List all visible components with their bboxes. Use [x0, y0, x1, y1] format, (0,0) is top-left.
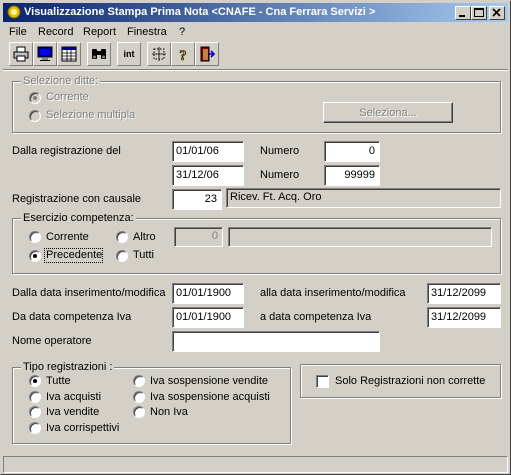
select-area-icon — [152, 47, 166, 61]
causale-code-field[interactable]: 23 — [172, 189, 222, 210]
date-from-field[interactable]: 01/01/06 — [172, 141, 244, 162]
int-icon: int — [123, 49, 135, 59]
close-button[interactable] — [489, 6, 505, 20]
radio-esercizio-precedente-label: Precedente — [46, 249, 103, 261]
radio-esercizio-precedente[interactable] — [29, 250, 41, 262]
numero-from-label: Numero — [260, 145, 300, 157]
radio-esercizio-corrente[interactable] — [29, 231, 41, 243]
grid-button[interactable] — [57, 42, 81, 66]
seleziona-button[interactable]: Seleziona... — [323, 102, 453, 123]
exit-button[interactable] — [195, 42, 219, 66]
non-corrette-label: Solo Registrazioni non corrette — [335, 375, 486, 387]
status-bar — [3, 456, 508, 473]
causale-description: Ricev. Ft. Acq. Oro — [226, 188, 501, 208]
radio-tipo-sosp-acquisti[interactable] — [133, 391, 145, 403]
grid-icon — [61, 46, 77, 62]
radio-esercizio-corrente-label: Corrente — [46, 231, 89, 243]
competenza-iva-from-label: Da data competenza Iva — [12, 311, 132, 323]
title-bar[interactable]: Visualizzazione Stampa Prima Nota <CNAFE… — [3, 3, 508, 22]
dalla-registrazione-label: Dalla registrazione del — [12, 145, 121, 157]
menu-help[interactable]: ? — [179, 26, 185, 38]
operatore-label: Nome operatore — [12, 335, 92, 347]
competenza-iva-from-field[interactable]: 01/01/1900 — [172, 307, 244, 328]
radio-tipo-iva-corrispettivi-label: Iva corrispettivi — [46, 422, 120, 434]
radio-tipo-sosp-acquisti-label: Iva sospensione acquisti — [150, 391, 270, 403]
help-icon: ? — [179, 48, 187, 62]
inserimento-to-label: alla data inserimento/modifica — [260, 287, 406, 299]
competenza-iva-to-label: a data competenza Iva — [260, 311, 372, 323]
numero-to-label: Numero — [260, 169, 300, 181]
radio-tipo-iva-acquisti-label: Iva acquisti — [46, 391, 102, 403]
app-icon — [7, 5, 21, 19]
svg-text:?: ? — [179, 48, 187, 62]
radio-tipo-tutte[interactable] — [29, 375, 41, 387]
date-to-field[interactable]: 31/12/06 — [172, 165, 244, 186]
altro-description-field — [228, 227, 492, 247]
print-button[interactable] — [9, 42, 33, 66]
selezione-ditte-legend: Selezione ditte: — [21, 75, 101, 87]
causale-label: Registrazione con causale — [12, 193, 142, 205]
radio-esercizio-altro[interactable] — [116, 231, 128, 243]
close-icon — [492, 8, 501, 17]
non-corrette-checkbox[interactable] — [316, 375, 329, 388]
menu-file[interactable]: File — [9, 26, 27, 38]
numero-to-field[interactable]: 99999 — [324, 165, 380, 186]
minimize-button[interactable] — [455, 6, 471, 20]
printer-icon — [13, 46, 29, 62]
radio-tipo-iva-acquisti[interactable] — [29, 391, 41, 403]
preview-button[interactable] — [33, 42, 57, 66]
radio-tipo-iva-corrispettivi[interactable] — [29, 422, 41, 434]
binoculars-icon — [92, 49, 106, 59]
monitor-icon — [37, 46, 53, 61]
radio-ditte-corrente-label: Corrente — [46, 91, 89, 103]
inserimento-to-field[interactable]: 31/12/2099 — [427, 283, 501, 304]
radio-esercizio-tutti-label: Tutti — [133, 249, 154, 261]
help-button[interactable]: ? — [171, 42, 195, 66]
numero-from-field[interactable]: 0 — [324, 141, 380, 162]
menu-record[interactable]: Record — [38, 26, 73, 38]
radio-tipo-sosp-vendite[interactable] — [133, 375, 145, 387]
minimize-icon — [459, 15, 465, 17]
int-button[interactable]: int — [117, 42, 141, 66]
esercizio-legend: Esercizio competenza: — [21, 212, 136, 224]
maximize-button[interactable] — [471, 6, 487, 20]
inserimento-from-label: Dalla data inserimento/modifica — [12, 287, 166, 299]
maximize-icon — [474, 8, 484, 17]
toolbar-separator — [3, 69, 508, 71]
window-title: Visualizzazione Stampa Prima Nota <CNAFE… — [24, 6, 376, 18]
inserimento-from-field[interactable]: 01/01/1900 — [172, 283, 244, 304]
exit-icon — [200, 46, 215, 62]
radio-tipo-non-iva[interactable] — [133, 406, 145, 418]
radio-ditte-multipla-label: Selezione multipla — [46, 109, 136, 121]
competenza-iva-to-field[interactable]: 31/12/2099 — [427, 307, 501, 328]
radio-esercizio-altro-label: Altro — [133, 231, 156, 243]
menu-bar: File Record Report Finestra ? — [3, 23, 508, 41]
radio-tipo-non-iva-label: Non Iva — [150, 406, 188, 418]
radio-tipo-tutte-label: Tutte — [46, 375, 71, 387]
tipo-registrazioni-legend: Tipo registrazioni : — [21, 361, 115, 373]
radio-tipo-iva-vendite[interactable] — [29, 406, 41, 418]
main-window: Visualizzazione Stampa Prima Nota <CNAFE… — [0, 0, 511, 475]
operatore-field[interactable] — [172, 331, 380, 352]
radio-ditte-corrente[interactable] — [29, 92, 41, 104]
menu-report[interactable]: Report — [83, 26, 116, 38]
search-button[interactable] — [87, 42, 111, 66]
radio-tipo-sosp-vendite-label: Iva sospensione vendite — [150, 375, 269, 387]
altro-value-field[interactable]: 0 — [174, 227, 223, 247]
radio-tipo-iva-vendite-label: Iva vendite — [46, 406, 100, 418]
menu-finestra[interactable]: Finestra — [127, 26, 167, 38]
radio-esercizio-tutti[interactable] — [116, 250, 128, 262]
radio-ditte-multipla[interactable] — [29, 110, 41, 122]
select-area-button[interactable] — [147, 42, 171, 66]
